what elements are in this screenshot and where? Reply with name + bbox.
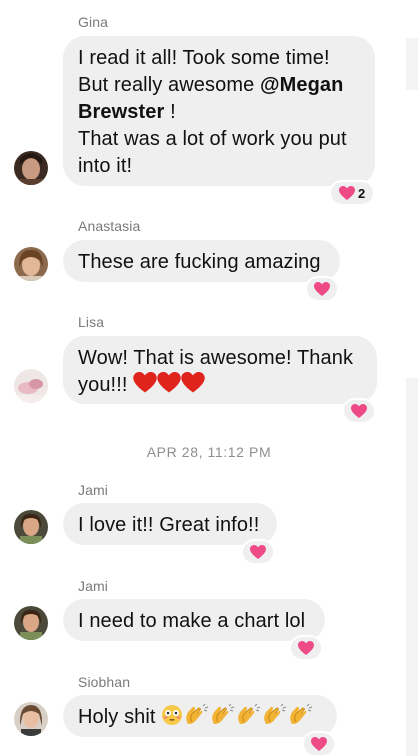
red-heart-icon xyxy=(157,372,181,393)
reaction-badge[interactable] xyxy=(342,398,376,424)
sender-name: Gina xyxy=(78,14,108,30)
red-heart-emojis xyxy=(133,372,205,396)
avatar[interactable] xyxy=(14,247,48,281)
avatar-image xyxy=(14,369,48,403)
reaction-badge[interactable] xyxy=(241,539,275,565)
clapping-hands-icon xyxy=(186,704,209,724)
message-bubble[interactable]: Holy shit xyxy=(63,695,337,737)
message-bubble[interactable]: These are fucking amazing xyxy=(63,240,340,282)
message-text: Holy shit xyxy=(78,706,156,728)
avatar-image xyxy=(14,702,48,736)
sender-name: Jami xyxy=(78,578,108,594)
red-heart-icon xyxy=(133,372,157,393)
heart-icon xyxy=(351,403,367,419)
heart-icon xyxy=(311,736,327,752)
edge-strip xyxy=(406,38,418,90)
sender-name: Jami xyxy=(78,482,108,498)
heart-icon xyxy=(339,185,355,201)
message-bubble[interactable]: I love it!! Great info!! xyxy=(63,503,277,545)
avatar-image xyxy=(14,606,48,640)
emoji-row xyxy=(161,704,313,728)
avatar-image xyxy=(14,510,48,544)
reaction-badge[interactable] xyxy=(302,731,336,756)
avatar-image xyxy=(14,247,48,281)
heart-icon xyxy=(314,281,330,297)
red-heart-icon xyxy=(181,372,205,393)
avatar[interactable] xyxy=(14,510,48,544)
sender-name: Siobhan xyxy=(78,674,131,690)
message-text: I need to make a chart lol xyxy=(78,610,306,632)
message-text: That was a lot of work you put into it! xyxy=(78,128,347,177)
avatar-image xyxy=(14,151,48,185)
sender-name: Anastasia xyxy=(78,218,141,234)
clapping-hands-icon xyxy=(290,704,313,724)
edge-strip xyxy=(406,378,418,756)
sender-name: Lisa xyxy=(78,314,105,330)
reaction-count: 2 xyxy=(358,185,366,201)
clapping-hands-icon xyxy=(238,704,261,724)
flushed-face-icon xyxy=(162,705,183,725)
message-bubble[interactable]: Wow! That is awesome! Thank you!!! xyxy=(63,336,377,404)
heart-icon xyxy=(250,544,266,560)
message-bubble[interactable]: I need to make a chart lol xyxy=(63,599,325,641)
message-text: But really awesome xyxy=(78,74,260,96)
date-separator: APR 28, 11:12 PM xyxy=(146,444,272,460)
avatar[interactable] xyxy=(14,606,48,640)
avatar[interactable] xyxy=(14,151,48,185)
message-text: These are fucking amazing xyxy=(78,251,321,273)
message-text: I read it all! Took some time! xyxy=(78,47,330,69)
clapping-hands-icon xyxy=(212,704,235,724)
reaction-badge[interactable] xyxy=(289,635,323,661)
message-text: you!!! xyxy=(78,374,128,396)
clapping-hands-icon xyxy=(264,704,287,724)
avatar[interactable] xyxy=(14,702,48,736)
message-text: ! xyxy=(164,101,176,123)
heart-icon xyxy=(298,640,314,656)
reaction-badge[interactable] xyxy=(305,276,339,302)
avatar[interactable] xyxy=(14,369,48,403)
message-bubble[interactable]: I read it all! Took some time! But reall… xyxy=(63,36,375,186)
message-text: I love it!! Great info!! xyxy=(78,514,260,536)
reaction-badge[interactable]: 2 xyxy=(329,180,376,206)
message-text: Wow! That is awesome! Thank xyxy=(78,347,354,369)
